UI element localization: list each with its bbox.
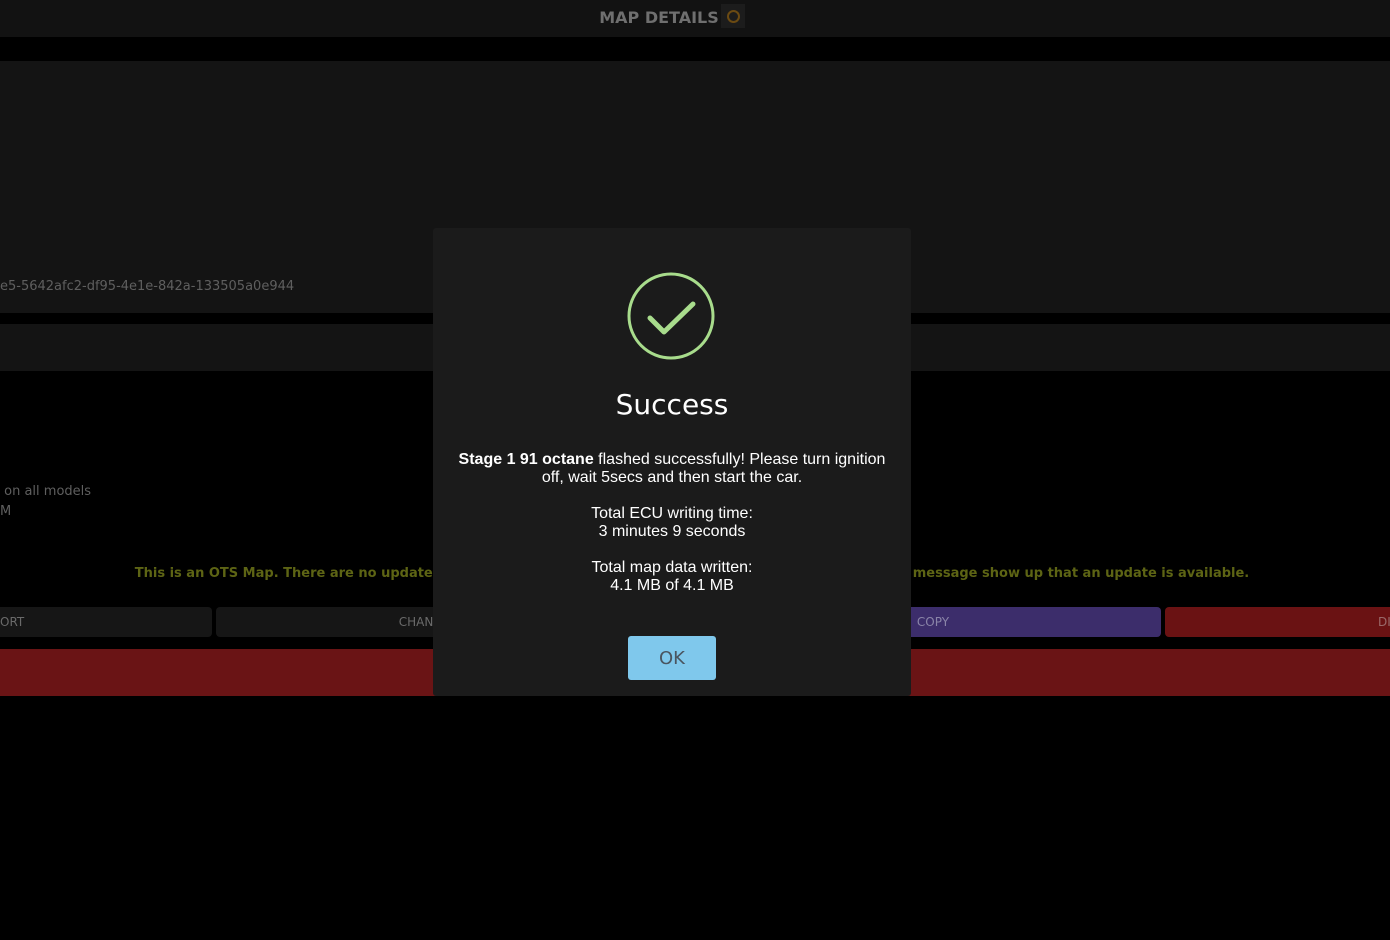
writing-time-label: Total ECU writing time: [591, 505, 753, 522]
writing-time: Total ECU writing time: 3 minutes 9 seco… [451, 505, 893, 541]
brand-ring-icon [721, 4, 745, 28]
map-id-text: e5-5642afc2-df95-4e1e-842a-133505a0e944 [0, 279, 295, 294]
data-written-value: 4.1 MB of 4.1 MB [610, 577, 734, 594]
export-button[interactable]: ORT [0, 607, 212, 637]
writing-time-value: 3 minutes 9 seconds [598, 523, 746, 540]
header-bar: MAP DETAILS [0, 0, 1390, 37]
dialog-title: Success [615, 388, 729, 421]
data-written: Total map data written: 4.1 MB of 4.1 MB [451, 559, 893, 595]
flash-result-message: Stage 1 91 octane flashed successfully! … [458, 451, 886, 486]
check-circle-icon [627, 272, 715, 360]
info-text: M [0, 504, 12, 519]
ok-button[interactable]: OK [628, 636, 716, 680]
delete-button[interactable]: DI [1165, 607, 1390, 637]
success-dialog: Success Stage 1 91 octane flashed succes… [433, 228, 911, 696]
map-name: Stage 1 91 octane [458, 451, 594, 468]
app-page: MAP DETAILS e5-5642afc2-df95-4e1e-842a-1… [0, 0, 1390, 940]
compatibility-text: on all models [4, 484, 92, 499]
page-title: MAP DETAILS [599, 8, 719, 27]
data-written-label: Total map data written: [591, 559, 753, 576]
